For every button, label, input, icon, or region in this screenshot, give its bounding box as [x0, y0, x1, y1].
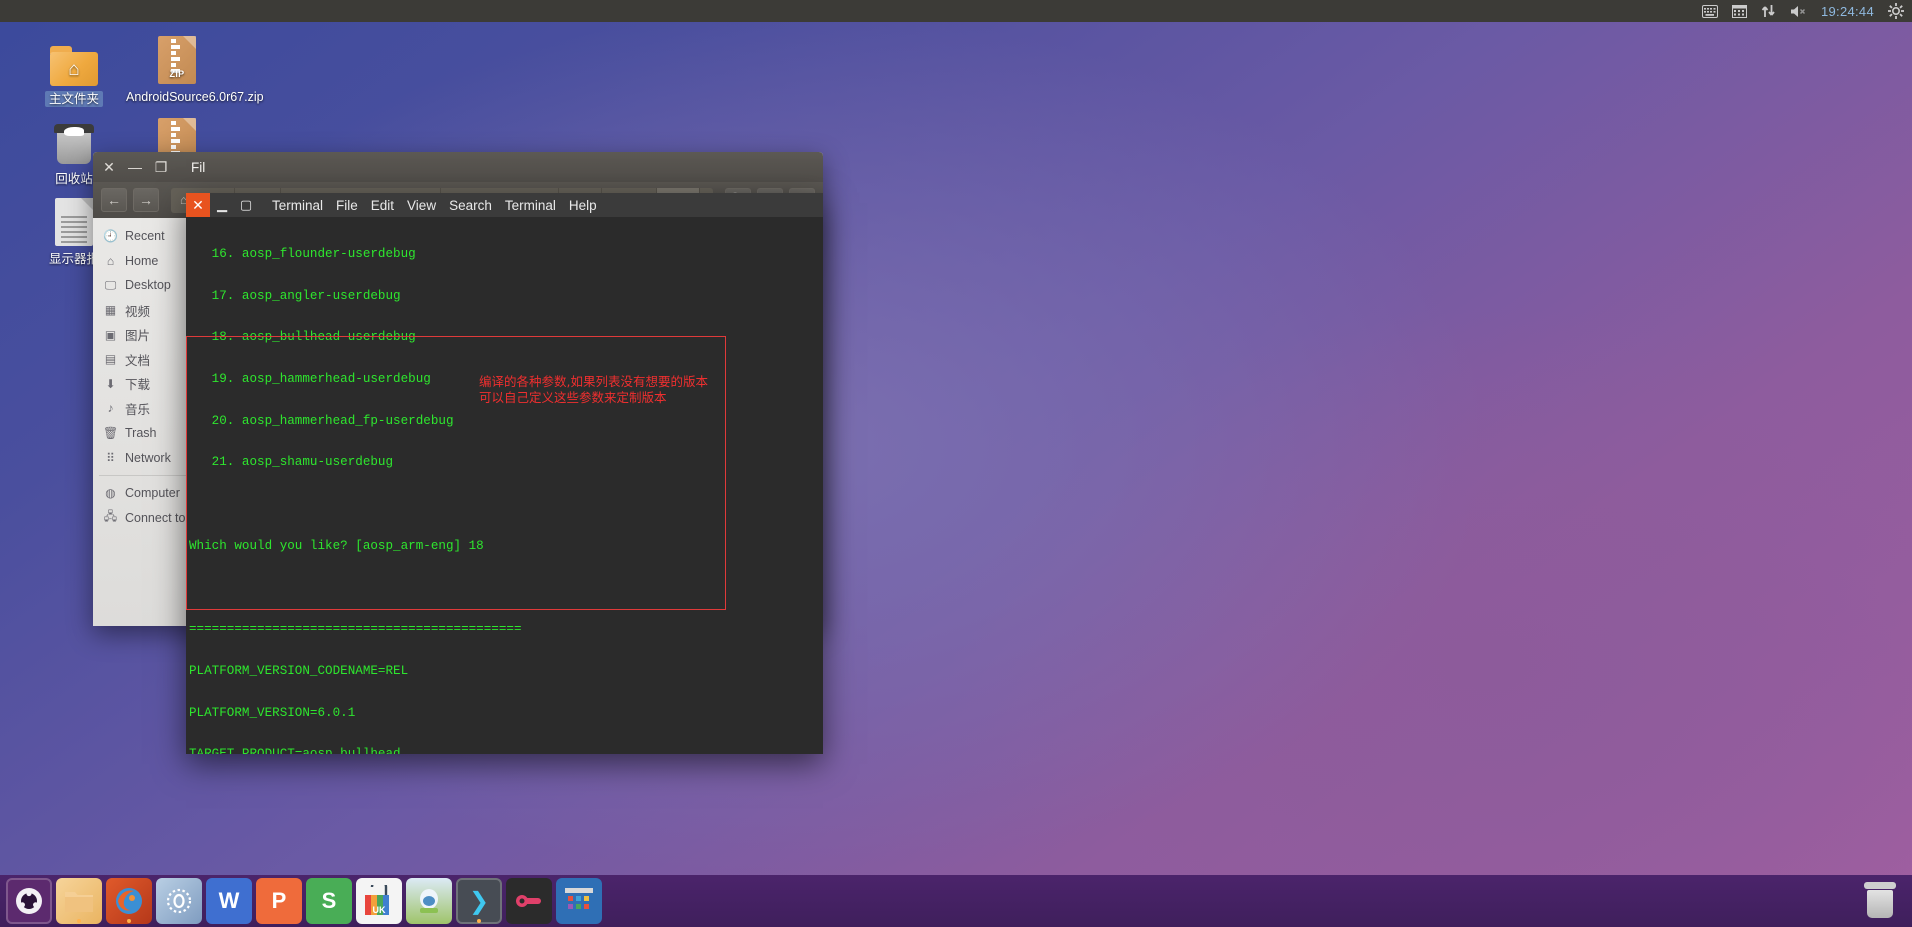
- menu-help[interactable]: Help: [569, 198, 597, 213]
- maximize-icon[interactable]: ❐: [153, 159, 169, 175]
- clock-icon: 🕘: [103, 229, 118, 244]
- file-manager-title: Fil: [191, 159, 206, 175]
- video-icon: ▦: [104, 303, 117, 318]
- server-icon: 🖧: [103, 509, 118, 524]
- volume-muted-icon[interactable]: [1790, 5, 1807, 18]
- terminal-menubar: Terminal File Edit View Search Terminal …: [272, 198, 597, 213]
- taskbar-app-wps-presentation[interactable]: P: [256, 878, 302, 924]
- taskbar-app-ubuntu-dash[interactable]: [6, 878, 52, 924]
- download-icon: ⬇: [105, 376, 116, 391]
- menu-view[interactable]: View: [407, 198, 436, 213]
- close-icon[interactable]: ✕: [186, 193, 210, 217]
- desktop-icon-home-folder[interactable]: ⌂ 主文件夹: [19, 32, 129, 107]
- maximize-icon[interactable]: ▢: [234, 193, 258, 217]
- disk-icon: ◍: [105, 486, 116, 501]
- terminal-titlebar: ✕ ▁ ▢ Terminal File Edit View Search Ter…: [186, 193, 823, 217]
- taskbar-app-files[interactable]: [56, 878, 102, 924]
- network-transfer-icon[interactable]: [1761, 4, 1776, 18]
- sidebar-item-trash[interactable]: 🗑 Trash: [93, 421, 193, 446]
- folder-icon: ⌂: [19, 32, 129, 86]
- sidebar-divider: [99, 474, 187, 476]
- sidebar-item-downloads[interactable]: ⬇ 下载: [93, 372, 193, 397]
- menu-terminal-2[interactable]: Terminal: [505, 198, 556, 213]
- home-icon: ⌂: [106, 253, 115, 268]
- sidebar-item-computer[interactable]: ◍ Computer: [93, 481, 193, 506]
- terminal-line: 18. aosp_bullhead-userdebug: [189, 330, 416, 345]
- desktop-icon-label: AndroidSource6.0r67.zip: [126, 90, 264, 104]
- back-button[interactable]: ←: [101, 188, 127, 212]
- top-panel: 19:24:44: [0, 0, 1912, 22]
- sidebar-item-pictures[interactable]: ▣ 图片: [93, 322, 193, 347]
- terminal-line: 16. aosp_flounder-userdebug: [189, 246, 416, 261]
- menu-search[interactable]: Search: [449, 198, 492, 213]
- taskbar-app-ubuntu-kylin-software-center[interactable]: UK: [356, 878, 402, 924]
- terminal-window: ✕ ▁ ▢ Terminal File Edit View Search Ter…: [186, 193, 823, 754]
- sidebar-item-network[interactable]: ⠿ Network: [93, 445, 193, 470]
- close-icon[interactable]: ✕: [101, 159, 117, 175]
- terminal-line: 17. aosp_angler-userdebug: [189, 288, 401, 303]
- keyboard-icon[interactable]: [1701, 4, 1718, 18]
- wps-writer-letter: W: [218, 888, 240, 913]
- terminal-line: ========================================…: [189, 622, 522, 637]
- taskbar-app-youker-assistant[interactable]: [406, 878, 452, 924]
- zip-file-icon: ZIP: [122, 30, 232, 84]
- taskbar: W P S UK ❯: [0, 875, 1912, 927]
- desktop-icon: 🖵: [104, 277, 117, 292]
- trash-icon: 🗑: [103, 426, 119, 441]
- wps-presentation-letter: P: [271, 888, 287, 913]
- picture-icon: ▣: [104, 327, 117, 342]
- terminal-prompt-question: Which would you like? [aosp_arm-eng] 18: [189, 538, 484, 553]
- music-note-icon: ♪: [107, 401, 114, 416]
- clock[interactable]: 19:24:44: [1821, 4, 1874, 19]
- network-icon: ⠿: [106, 450, 115, 465]
- taskbar-app-wps-writer[interactable]: W: [206, 878, 252, 924]
- sidebar-item-home[interactable]: ⌂ Home: [93, 249, 193, 274]
- terminal-line: TARGET_PRODUCT=aosp_bullhead: [189, 748, 823, 754]
- minimize-icon[interactable]: ▁: [210, 193, 234, 217]
- taskbar-app-firefox[interactable]: [106, 878, 152, 924]
- sidebar-item-videos[interactable]: ▦ 视频: [93, 298, 193, 323]
- sidebar-item-documents[interactable]: ▤ 文档: [93, 347, 193, 372]
- taskbar-app-grid[interactable]: [556, 878, 602, 924]
- taskbar-app-record[interactable]: [506, 878, 552, 924]
- running-indicator: [127, 919, 131, 923]
- annotation-text: 编译的各种参数,如果列表没有想要的版本 可以自己定义这些参数来定制版本: [479, 374, 708, 405]
- menu-file[interactable]: File: [336, 198, 358, 213]
- running-indicator: [77, 919, 81, 923]
- calendar-icon[interactable]: [1731, 4, 1747, 18]
- terminal-line: 20. aosp_hammerhead_fp-userdebug: [189, 413, 454, 428]
- menu-edit[interactable]: Edit: [371, 198, 394, 213]
- sidebar-item-connect-to-server[interactable]: 🖧 Connect to: [93, 506, 193, 531]
- gear-icon[interactable]: [1888, 3, 1904, 19]
- desktop-icon-android-source-zip[interactable]: ZIP AndroidSource6.0r67.zip: [122, 30, 264, 105]
- menu-terminal[interactable]: Terminal: [272, 198, 323, 213]
- file-manager-sidebar: 🕘 Recent ⌂ Home 🖵 Desktop ▦ 视频 ▣ 图片 ▤ 文档 ⬇ 下载 ♪…: [93, 218, 193, 626]
- file-manager-titlebar: ✕ — ❐ Fil: [93, 152, 823, 182]
- forward-button[interactable]: →: [133, 188, 159, 212]
- desktop-icon-label: 回收站: [55, 172, 93, 186]
- terminal-chevron-icon: ❯: [468, 887, 490, 915]
- sidebar-item-recent[interactable]: 🕘 Recent: [93, 224, 193, 249]
- taskbar-app-wps-spreadsheet[interactable]: S: [306, 878, 352, 924]
- terminal-line: 21. aosp_shamu-userdebug: [189, 455, 394, 470]
- running-indicator: [477, 919, 481, 923]
- document-icon: ▤: [104, 352, 117, 367]
- desktop-icon-label: 主文件夹: [44, 91, 103, 107]
- terminal-screen[interactable]: 16. aosp_flounder-userdebug 17. aosp_ang…: [186, 217, 823, 754]
- taskbar-app-search[interactable]: [156, 878, 202, 924]
- taskbar-app-terminal[interactable]: ❯: [456, 878, 502, 924]
- terminal-line: PLATFORM_VERSION_CODENAME=REL: [189, 663, 409, 678]
- wps-spreadsheet-letter: S: [321, 888, 337, 913]
- svg-text:UK: UK: [373, 905, 386, 915]
- taskbar-trash-icon[interactable]: [1862, 882, 1898, 920]
- sidebar-item-music[interactable]: ♪ 音乐: [93, 396, 193, 421]
- sidebar-item-desktop[interactable]: 🖵 Desktop: [93, 273, 193, 298]
- terminal-line: PLATFORM_VERSION=6.0.1: [189, 705, 356, 720]
- minimize-icon[interactable]: —: [127, 159, 143, 175]
